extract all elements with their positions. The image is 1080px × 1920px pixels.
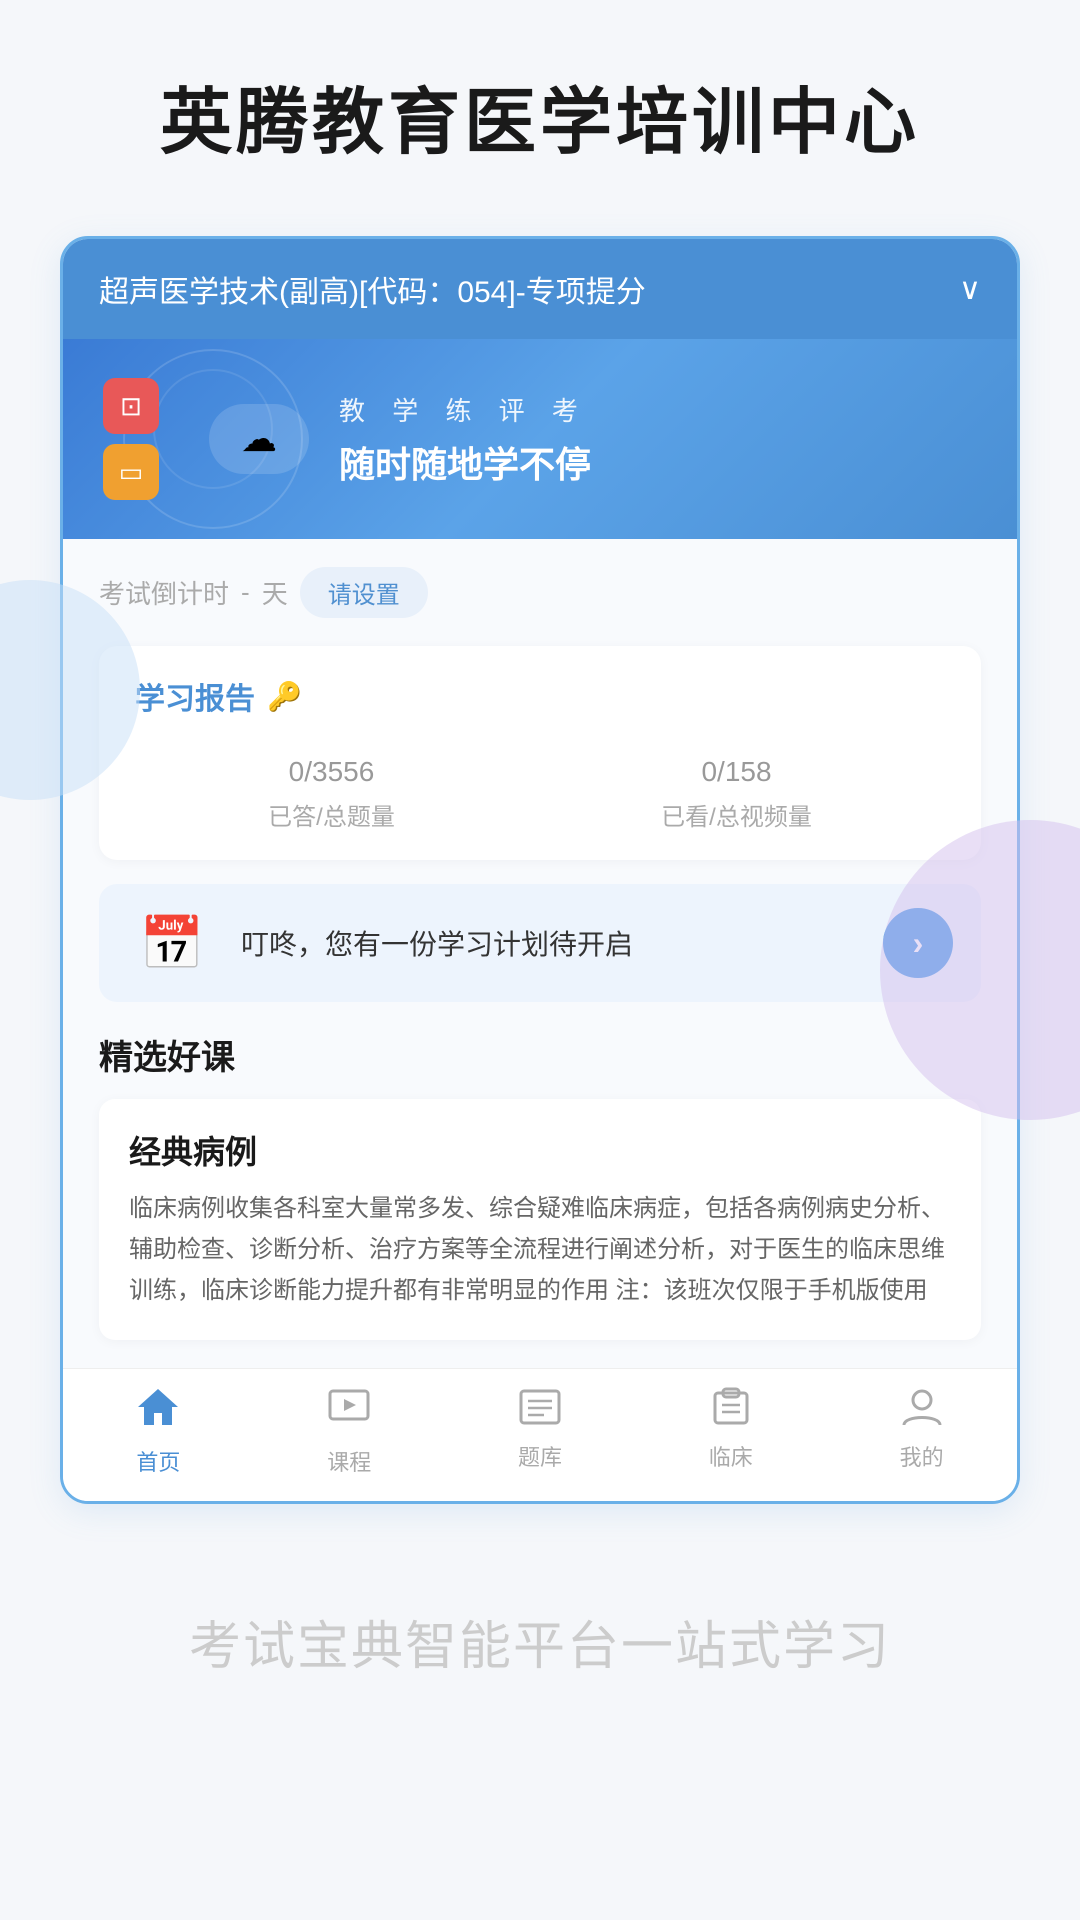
monitor-icon-bubble: ▭ bbox=[103, 444, 159, 500]
nav-label-clinical: 临床 bbox=[709, 1440, 753, 1472]
nav-item-home[interactable]: 首页 bbox=[63, 1387, 254, 1477]
course-selector-text: 超声医学技术(副高)[代码：054]-专项提分 bbox=[99, 267, 947, 311]
home-icon bbox=[136, 1387, 180, 1437]
countdown-label: 考试倒计时 bbox=[99, 574, 229, 611]
nav-label-home: 首页 bbox=[136, 1445, 180, 1477]
answered-label: 已答/总题量 bbox=[268, 797, 395, 832]
nav-item-profile[interactable]: 我的 bbox=[826, 1387, 1017, 1477]
nav-label-profile: 我的 bbox=[900, 1440, 944, 1472]
study-plan-text: 叮咚，您有一份学习计划待开启 bbox=[241, 923, 859, 963]
set-countdown-button[interactable]: 请设置 bbox=[300, 567, 428, 618]
nav-item-courses[interactable]: 课程 bbox=[254, 1387, 445, 1477]
course-item-desc: 临床病例收集各科室大量常多发、综合疑难临床病症，包括各病例病史分析、辅助检查、诊… bbox=[129, 1189, 951, 1311]
countdown-unit: 天 bbox=[262, 574, 288, 611]
report-title: 学习报告 bbox=[135, 674, 255, 718]
nav-label-courses: 课程 bbox=[327, 1445, 371, 1477]
course-item-title: 经典病例 bbox=[129, 1127, 951, 1173]
clipboard-icon bbox=[709, 1387, 753, 1432]
banner-main-text: 随时随地学不停 bbox=[339, 436, 977, 488]
chevron-down-icon: ∨ bbox=[959, 272, 981, 307]
cloud-icon: ☁ bbox=[209, 404, 309, 474]
bottom-tagline-text: 考试宝典智能平台一站式学习 bbox=[60, 1604, 1020, 1679]
answered-count: 0/3556 bbox=[268, 746, 395, 791]
list-icon bbox=[518, 1387, 562, 1432]
phone-card: 超声医学技术(副高)[代码：054]-专项提分 ∨ ⊡ ▭ ☁ 教 学 练 评 … bbox=[60, 236, 1020, 1503]
featured-label: 精选好课 bbox=[99, 1030, 981, 1079]
nav-item-clinical[interactable]: 临床 bbox=[635, 1387, 826, 1477]
watched-count: 0/158 bbox=[661, 746, 812, 791]
app-title: 英腾教育医学培训中心 bbox=[60, 80, 1020, 166]
countdown-dash: - bbox=[241, 577, 250, 608]
study-plan-card[interactable]: 📅 叮咚，您有一份学习计划待开启 › bbox=[99, 884, 981, 1002]
app-title-area: 英腾教育医学培训中心 bbox=[0, 0, 1080, 206]
report-header: 学习报告 🔑 bbox=[135, 674, 945, 718]
banner-icons: ⊡ ▭ bbox=[103, 378, 159, 500]
course-selector[interactable]: 超声医学技术(副高)[代码：054]-专项提分 ∨ bbox=[63, 239, 1017, 339]
report-card: 学习报告 🔑 0/3556 已答/总题量 0/158 已看/总视频量 bbox=[99, 646, 981, 860]
play-icon bbox=[327, 1387, 371, 1437]
banner-top-text: 教 学 练 评 考 bbox=[339, 391, 977, 428]
report-stats: 0/3556 已答/总题量 0/158 已看/总视频量 bbox=[135, 746, 945, 832]
key-icon: 🔑 bbox=[267, 680, 302, 713]
calendar-icon: 📅 bbox=[127, 913, 217, 974]
cloud-area: ☁ bbox=[209, 404, 309, 474]
nav-label-question-bank: 题库 bbox=[518, 1440, 562, 1472]
main-content: 考试倒计时 - 天 请设置 学习报告 🔑 0/3556 已答/总题量 bbox=[63, 539, 1017, 1367]
user-icon bbox=[900, 1387, 944, 1432]
videos-stat: 0/158 已看/总视频量 bbox=[661, 746, 812, 832]
questions-stat: 0/3556 已答/总题量 bbox=[268, 746, 395, 832]
countdown-row: 考试倒计时 - 天 请设置 bbox=[99, 567, 981, 618]
tablet-icon-bubble: ⊡ bbox=[103, 378, 159, 434]
banner-text-area: 教 学 练 评 考 随时随地学不停 bbox=[339, 391, 977, 488]
nav-item-question-bank[interactable]: 题库 bbox=[445, 1387, 636, 1477]
banner: ⊡ ▭ ☁ 教 学 练 评 考 随时随地学不停 bbox=[63, 339, 1017, 539]
bottom-nav: 首页 课程 题库 bbox=[63, 1368, 1017, 1501]
course-item[interactable]: 经典病例 临床病例收集各科室大量常多发、综合疑难临床病症，包括各病例病史分析、辅… bbox=[99, 1099, 981, 1339]
bottom-tagline-area: 考试宝典智能平台一站式学习 bbox=[0, 1554, 1080, 1759]
watched-label: 已看/总视频量 bbox=[661, 797, 812, 832]
